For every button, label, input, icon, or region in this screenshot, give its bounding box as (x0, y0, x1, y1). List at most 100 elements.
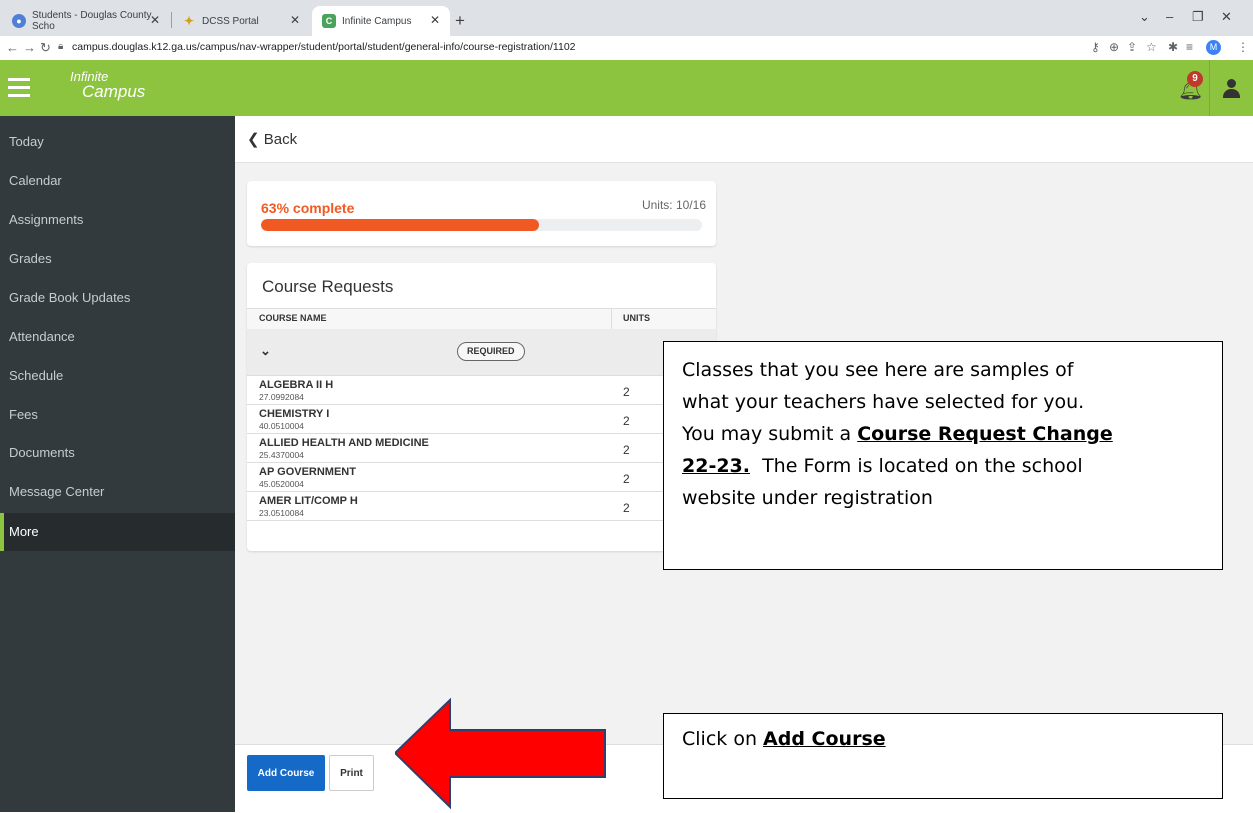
sidebar-item-attendance[interactable]: Attendance (0, 318, 235, 356)
sidebar-item-grades[interactable]: Grades (0, 240, 235, 278)
sidebar-item-calendar[interactable]: Calendar (0, 162, 235, 200)
arrow-shape (395, 697, 606, 810)
browser-tab-bar: ● Students - Douglas County Scho ✕ ✦ DCS… (0, 0, 1253, 36)
required-group-header[interactable]: ⌄ REQUIRED (247, 329, 716, 376)
back-bar: ❮ Back (235, 116, 1253, 163)
callout-text: The Form is located on the school (749, 455, 1083, 477)
required-badge: REQUIRED (457, 342, 525, 361)
back-label: Back (263, 131, 298, 148)
units-label: Units: 10/16 (641, 198, 706, 212)
key-icon[interactable]: ⚷ (1091, 40, 1100, 54)
reading-list-icon[interactable]: ≡ (1186, 40, 1193, 54)
table-row[interactable]: ALGEBRA II H 27.0992084 2 (247, 376, 716, 405)
callout-text: Click on (682, 728, 764, 750)
browser-tab-infinite-campus[interactable]: C Infinite Campus ✕ (312, 6, 450, 36)
url-text: campus.douglas.k12.ga.us/campus/nav-wrap… (72, 41, 576, 53)
minimize-icon[interactable]: – (1166, 9, 1173, 24)
progress-card: 63% complete Units: 10/16 (247, 181, 716, 246)
callout-line: website under registration (682, 487, 933, 509)
chevron-left-icon: ❮ (247, 131, 260, 148)
close-icon[interactable]: ✕ (290, 13, 300, 27)
app-header: Infinite Campus 🔔︎ 9 (0, 60, 1253, 116)
star-icon: ✦ (183, 14, 195, 28)
print-button[interactable]: Print (329, 755, 374, 791)
infinite-campus-logo[interactable]: Infinite Campus (70, 70, 146, 101)
close-icon[interactable]: ✕ (150, 13, 160, 27)
course-code: 27.0992084 (259, 392, 304, 402)
course-name: CHEMISTRY I (259, 408, 330, 420)
course-name: AP GOVERNMENT (259, 466, 356, 478)
course-units: 2 (623, 501, 630, 515)
sidebar-item-assignments[interactable]: Assignments (0, 201, 235, 239)
course-requests-card: Course Requests COURSE NAME UNITS ⌄ REQU… (247, 263, 716, 551)
tab-label: DCSS Portal (202, 15, 259, 27)
browser-address-bar: ← → ↻ 🔒︎ campus.douglas.k12.ga.us/campus… (0, 36, 1253, 61)
red-arrow-pointer (395, 697, 606, 810)
col-header-units[interactable]: UNITS (623, 313, 650, 323)
zoom-icon[interactable]: ⊕ (1109, 40, 1119, 54)
table-row[interactable]: AMER LIT/COMP H 23.0510084 2 (247, 492, 716, 521)
table-row[interactable]: AP GOVERNMENT 45.0520004 2 (247, 463, 716, 492)
forward-arrow-icon[interactable]: → (23, 40, 36, 55)
sidebar-nav: Today Calendar Assignments Grades Grade … (0, 116, 235, 812)
profile-avatar[interactable]: M (1206, 40, 1221, 55)
back-button[interactable]: ❮ Back (247, 130, 297, 148)
add-course-button[interactable]: Add Course (247, 755, 325, 791)
new-tab-button[interactable]: + (455, 11, 465, 31)
progress-bar-fill (261, 219, 539, 231)
callout-text: You may submit a (682, 423, 858, 445)
campus-favicon-icon: C (322, 14, 336, 28)
sidebar-item-more[interactable]: More (0, 513, 235, 551)
course-code: 23.0510084 (259, 508, 304, 518)
course-units: 2 (623, 385, 630, 399)
browser-tab-dcss-portal[interactable]: ✦ DCSS Portal ✕ (172, 6, 310, 36)
progress-label: 63% complete (261, 200, 355, 216)
course-name: ALGEBRA II H (259, 379, 334, 391)
progress-bar (261, 219, 702, 231)
back-arrow-icon[interactable]: ← (6, 40, 19, 55)
browser-menu-icon[interactable]: ⋮ (1237, 40, 1249, 54)
sidebar-item-grade-book-updates[interactable]: Grade Book Updates (0, 279, 235, 317)
header-divider (1209, 60, 1210, 116)
callout-add-course: Add Course (763, 728, 886, 750)
instruction-callout: Classes that you see here are samples of… (663, 341, 1223, 570)
course-code: 25.4370004 (259, 450, 304, 460)
logo-text-line2: Campus (82, 82, 146, 101)
bookmark-star-icon[interactable]: ☆ (1146, 40, 1157, 54)
course-requests-title: Course Requests (262, 277, 394, 296)
callout-form-name: Course Request Change (857, 423, 1113, 445)
column-divider (611, 309, 612, 329)
course-units: 2 (623, 414, 630, 428)
hamburger-menu-icon[interactable] (8, 78, 30, 98)
click-instruction-callout: Click on Add Course (663, 713, 1223, 799)
table-header: COURSE NAME UNITS (247, 308, 716, 330)
reload-icon[interactable]: ↻ (40, 40, 51, 56)
chevron-down-icon[interactable]: ⌄ (260, 343, 271, 359)
notification-count-badge: 9 (1187, 71, 1203, 87)
user-icon[interactable] (1222, 79, 1240, 99)
lock-icon: 🔒︎ (58, 41, 64, 52)
callout-line: 22-23. The Form is located on the school (682, 450, 1222, 482)
tab-search-icon[interactable]: ⌄ (1139, 9, 1150, 25)
share-icon[interactable]: ⇪ (1127, 40, 1137, 54)
sidebar-item-documents[interactable]: Documents (0, 434, 235, 472)
table-row[interactable]: ALLIED HEALTH AND MEDICINE 25.4370004 2 (247, 434, 716, 463)
sidebar-item-message-center[interactable]: Message Center (0, 473, 235, 511)
close-icon[interactable]: ✕ (430, 13, 440, 27)
restore-icon[interactable]: ❐ (1192, 9, 1204, 25)
callout-line: You may submit a Course Request Change (682, 418, 1222, 450)
extensions-icon[interactable]: ✱ (1168, 40, 1178, 54)
sidebar-item-schedule[interactable]: Schedule (0, 357, 235, 395)
callout-line: what your teachers have selected for you… (682, 391, 1085, 413)
course-name: ALLIED HEALTH AND MEDICINE (259, 437, 429, 449)
table-row[interactable]: CHEMISTRY I 40.0510004 2 (247, 405, 716, 434)
browser-tab-students[interactable]: ● Students - Douglas County Scho ✕ (2, 6, 170, 36)
sidebar-item-fees[interactable]: Fees (0, 396, 235, 434)
col-header-course-name[interactable]: COURSE NAME (259, 313, 327, 323)
window-close-icon[interactable]: ✕ (1221, 9, 1232, 25)
course-code: 45.0520004 (259, 479, 304, 489)
callout-line: Classes that you see here are samples of (682, 359, 1074, 381)
url-field[interactable]: 🔒︎ campus.douglas.k12.ga.us/campus/nav-w… (58, 38, 1083, 57)
course-units: 2 (623, 443, 630, 457)
sidebar-item-today[interactable]: Today (0, 123, 235, 161)
